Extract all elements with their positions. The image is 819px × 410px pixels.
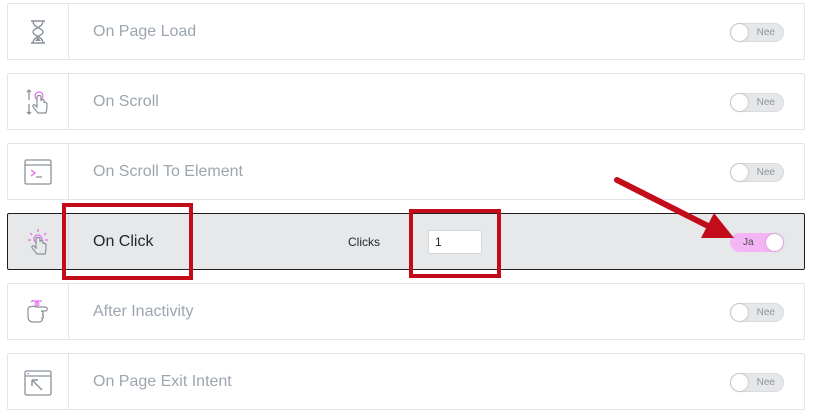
annotation-arrow-icon xyxy=(614,177,734,238)
